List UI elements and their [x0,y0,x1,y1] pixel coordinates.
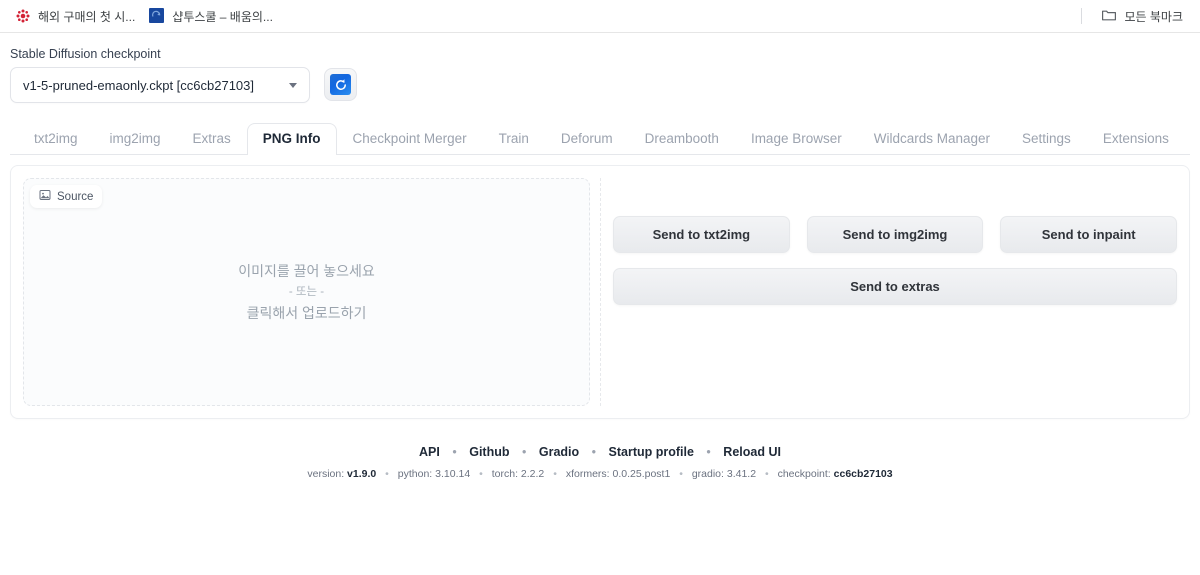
refresh-icon [330,74,351,95]
tab-wildcards-manager[interactable]: Wildcards Manager [858,123,1006,155]
footer-link-startup-profile[interactable]: Startup profile [609,445,694,459]
divider [1081,8,1083,24]
tab-settings[interactable]: Settings [1006,123,1087,155]
dropzone-line-2: - 또는 - [288,285,325,298]
checkpoint-label: Stable Diffusion checkpoint [10,47,161,61]
red-flower-icon [15,8,31,24]
footer-link-api[interactable]: API [419,445,440,459]
version-separator: • [479,468,483,480]
version-info: version: v1.9.0 • python: 3.10.14 • torc… [10,468,1190,480]
xformers-value: 0.0.25.post1 [612,468,671,480]
checkpoint-block: Stable Diffusion checkpoint v1-5-pruned-… [10,47,310,103]
dropzone-line-3: 클릭해서 업로드하기 [246,304,367,321]
python-key: python: [397,468,433,480]
tab-extensions[interactable]: Extensions [1087,123,1185,155]
main-tabs: txt2img img2img Extras PNG Info Checkpoi… [10,123,1190,155]
dropzone-line-1: 이미지를 끌어 놓으세요 [238,262,375,279]
version-separator: • [679,468,683,480]
version-separator: • [385,468,389,480]
xformers-key: xformers: [565,468,610,480]
version-separator: • [553,468,557,480]
image-dropzone[interactable]: Source 이미지를 끌어 놓으세요 - 또는 - 클릭해서 업로드하기 [23,178,590,406]
all-bookmarks-button[interactable]: 모든 북마크 [1094,4,1190,29]
checkpoint-hash-value: cc6cb27103 [833,468,893,480]
footer-link-reload-ui[interactable]: Reload UI [723,445,781,459]
blue-square-icon [149,8,165,24]
footer: API • Github • Gradio • Startup profile … [10,445,1190,480]
send-to-inpaint-button[interactable]: Send to inpaint [1000,216,1178,253]
browser-bookmark-bar: 해외 구매의 첫 시... 샵투스쿨 – 배움의... 모든 북마크 [0,0,1200,33]
footer-link-github[interactable]: Github [469,445,509,459]
refresh-checkpoints-button[interactable] [324,68,357,101]
checkpoint-value: v1-5-pruned-emaonly.ckpt [cc6cb27103] [23,77,254,93]
source-tag-label: Source [57,190,94,203]
folder-icon [1101,7,1117,26]
gradio-value: 3.41.2 [726,468,757,480]
bookmark-label: 해외 구매의 첫 시... [38,9,136,24]
all-bookmarks-label: 모든 북마크 [1124,9,1183,24]
tab-deforum[interactable]: Deforum [545,123,629,155]
version-value: v1.9.0 [347,468,377,480]
send-to-img2img-button[interactable]: Send to img2img [806,216,984,253]
dropzone-text: 이미지를 끌어 놓으세요 - 또는 - 클릭해서 업로드하기 [238,261,375,324]
bookmark-item-0[interactable]: 해외 구매의 첫 시... [8,5,142,28]
send-extras-row: Send to extras [613,268,1177,305]
footer-separator: • [521,445,527,459]
tab-img2img[interactable]: img2img [94,123,177,155]
image-icon [39,189,51,204]
send-to-txt2img-button[interactable]: Send to txt2img [613,216,790,253]
checkpoint-row: Stable Diffusion checkpoint v1-5-pruned-… [10,33,1190,103]
source-tag: Source [30,185,103,208]
tab-dreambooth[interactable]: Dreambooth [629,123,735,155]
tab-png-info[interactable]: PNG Info [246,123,337,155]
bookmark-item-1[interactable]: 샵투스쿨 – 배움의... [142,5,280,28]
png-info-panel: Source 이미지를 끌어 놓으세요 - 또는 - 클릭해서 업로드하기 Se… [10,165,1190,419]
checkpoint-select[interactable]: v1-5-pruned-emaonly.ckpt [cc6cb27103] [10,67,310,103]
tab-image-browser[interactable]: Image Browser [735,123,858,155]
send-buttons-row: Send to txt2img Send to img2img Send to … [613,216,1178,253]
source-column: Source 이미지를 끌어 놓으세요 - 또는 - 클릭해서 업로드하기 [23,178,601,406]
gradio-key: gradio: [691,468,724,480]
footer-separator: • [452,445,457,459]
bookmark-label: 샵투스쿨 – 배움의... [172,9,273,24]
chevron-down-icon [289,82,297,88]
tab-txt2img[interactable]: txt2img [18,123,94,155]
tab-extras[interactable]: Extras [177,123,247,155]
torch-value: 2.2.2 [520,468,545,480]
actions-column: Send to txt2img Send to img2img Send to … [601,178,1178,406]
torch-key: torch: [491,468,518,480]
send-to-extras-button[interactable]: Send to extras [613,268,1177,305]
footer-links: API • Github • Gradio • Startup profile … [10,445,1190,459]
footer-separator: • [706,445,711,459]
footer-separator: • [591,445,597,459]
footer-link-gradio[interactable]: Gradio [539,445,579,459]
checkpoint-key: checkpoint: [777,468,831,480]
python-value: 3.10.14 [435,468,471,480]
tab-checkpoint-merger[interactable]: Checkpoint Merger [337,123,483,155]
tab-train[interactable]: Train [483,123,545,155]
version-key: version: [307,468,345,480]
stable-diffusion-webui: Stable Diffusion checkpoint v1-5-pruned-… [0,33,1200,480]
bookmark-bar-right: 모든 북마크 [1081,0,1190,32]
version-separator: • [764,468,769,480]
